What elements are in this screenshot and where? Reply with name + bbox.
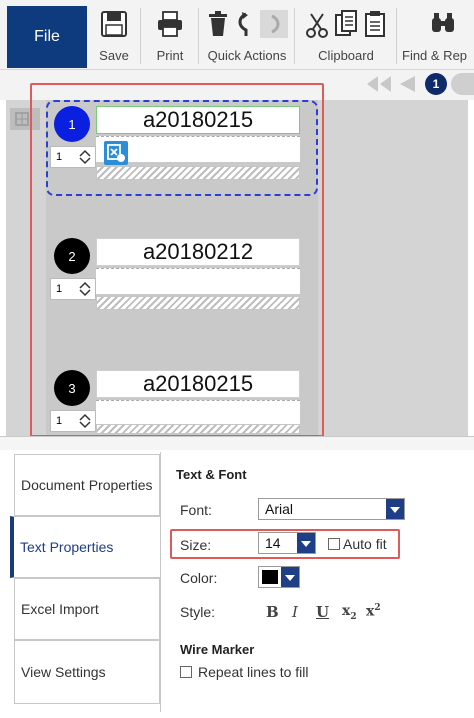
file-button[interactable]: File xyxy=(7,6,87,68)
tab-excel-import[interactable]: Excel Import xyxy=(14,578,160,640)
trash-icon[interactable] xyxy=(206,10,230,38)
paste-icon[interactable] xyxy=(364,10,386,38)
save-icon xyxy=(101,11,127,37)
chevron-down-icon[interactable] xyxy=(386,499,404,519)
section-heading-text-font: Text & Font xyxy=(176,467,247,482)
font-select[interactable]: Arial xyxy=(258,498,405,520)
subscript-mark: 2 xyxy=(350,611,357,622)
tab-label: Document Properties xyxy=(21,477,153,493)
color-label: Color: xyxy=(180,570,218,586)
printer-icon xyxy=(158,11,182,37)
ribbon-divider xyxy=(140,8,141,64)
first-page-icon[interactable] xyxy=(366,75,392,93)
print-button[interactable]: Print xyxy=(150,8,190,68)
page-indicator-next[interactable] xyxy=(451,73,474,95)
tab-document-properties[interactable]: Document Properties xyxy=(14,454,160,516)
tab-label: Text Properties xyxy=(20,539,114,555)
page-indicator-current[interactable]: 1 xyxy=(425,73,447,95)
tab-view-settings[interactable]: View Settings xyxy=(14,640,160,704)
size-select[interactable]: 14 xyxy=(258,532,316,554)
canvas-footer xyxy=(0,436,474,450)
find-replace-label: Find & Rep xyxy=(402,48,468,63)
highlight-labels-box xyxy=(30,83,324,437)
previous-page-icon[interactable] xyxy=(398,75,416,93)
color-swatch xyxy=(262,570,278,584)
find-replace-button[interactable]: Find & Rep xyxy=(400,8,474,68)
section-heading-wire-marker: Wire Marker xyxy=(180,642,255,657)
quick-actions-label: Quick Actions xyxy=(207,48,287,63)
cut-icon[interactable] xyxy=(306,12,328,38)
underline-button[interactable]: U xyxy=(316,603,329,621)
dropdown-arrow-glyph xyxy=(285,575,295,581)
repeat-lines-label: Repeat lines to fill xyxy=(198,664,309,680)
color-picker[interactable] xyxy=(258,566,300,588)
chevron-down-icon[interactable] xyxy=(297,533,315,553)
undo-icon[interactable] xyxy=(234,12,254,38)
tab-label: Excel Import xyxy=(21,601,99,617)
save-label: Save xyxy=(99,48,129,63)
binoculars-icon xyxy=(432,13,454,32)
subscript-button[interactable]: x2 xyxy=(342,603,357,622)
ribbon-divider xyxy=(198,8,199,64)
clipboard-label: Clipboard xyxy=(318,48,374,63)
tab-label: View Settings xyxy=(21,664,106,680)
ribbon-divider xyxy=(294,8,295,64)
ribbon: File Save Print Quick Actions Clipboard … xyxy=(0,0,474,70)
copy-icon[interactable] xyxy=(334,10,358,38)
bold-button[interactable]: B xyxy=(266,603,279,621)
clipboard-group: Clipboard xyxy=(302,8,390,68)
repeat-lines-checkbox[interactable] xyxy=(180,666,192,678)
ribbon-divider xyxy=(396,8,397,64)
auto-fit-label: Auto fit xyxy=(343,536,387,552)
auto-fit-checkbox[interactable] xyxy=(328,538,340,550)
size-label: Size: xyxy=(180,537,212,553)
superscript-button[interactable]: x2 xyxy=(366,603,381,620)
style-label: Style: xyxy=(180,604,216,620)
italic-button[interactable]: I xyxy=(292,603,298,621)
font-value: Arial xyxy=(265,501,294,517)
tab-text-properties[interactable]: Text Properties xyxy=(10,516,160,578)
superscript-mark: 2 xyxy=(374,603,381,613)
font-label: Font: xyxy=(180,502,212,518)
print-label: Print xyxy=(156,48,184,63)
size-value: 14 xyxy=(265,535,281,551)
redo-icon[interactable] xyxy=(260,10,288,38)
quick-actions-group: Quick Actions xyxy=(204,8,290,68)
save-button[interactable]: Save xyxy=(96,8,132,68)
app-window: File Save Print Quick Actions Clipboard … xyxy=(0,0,474,718)
